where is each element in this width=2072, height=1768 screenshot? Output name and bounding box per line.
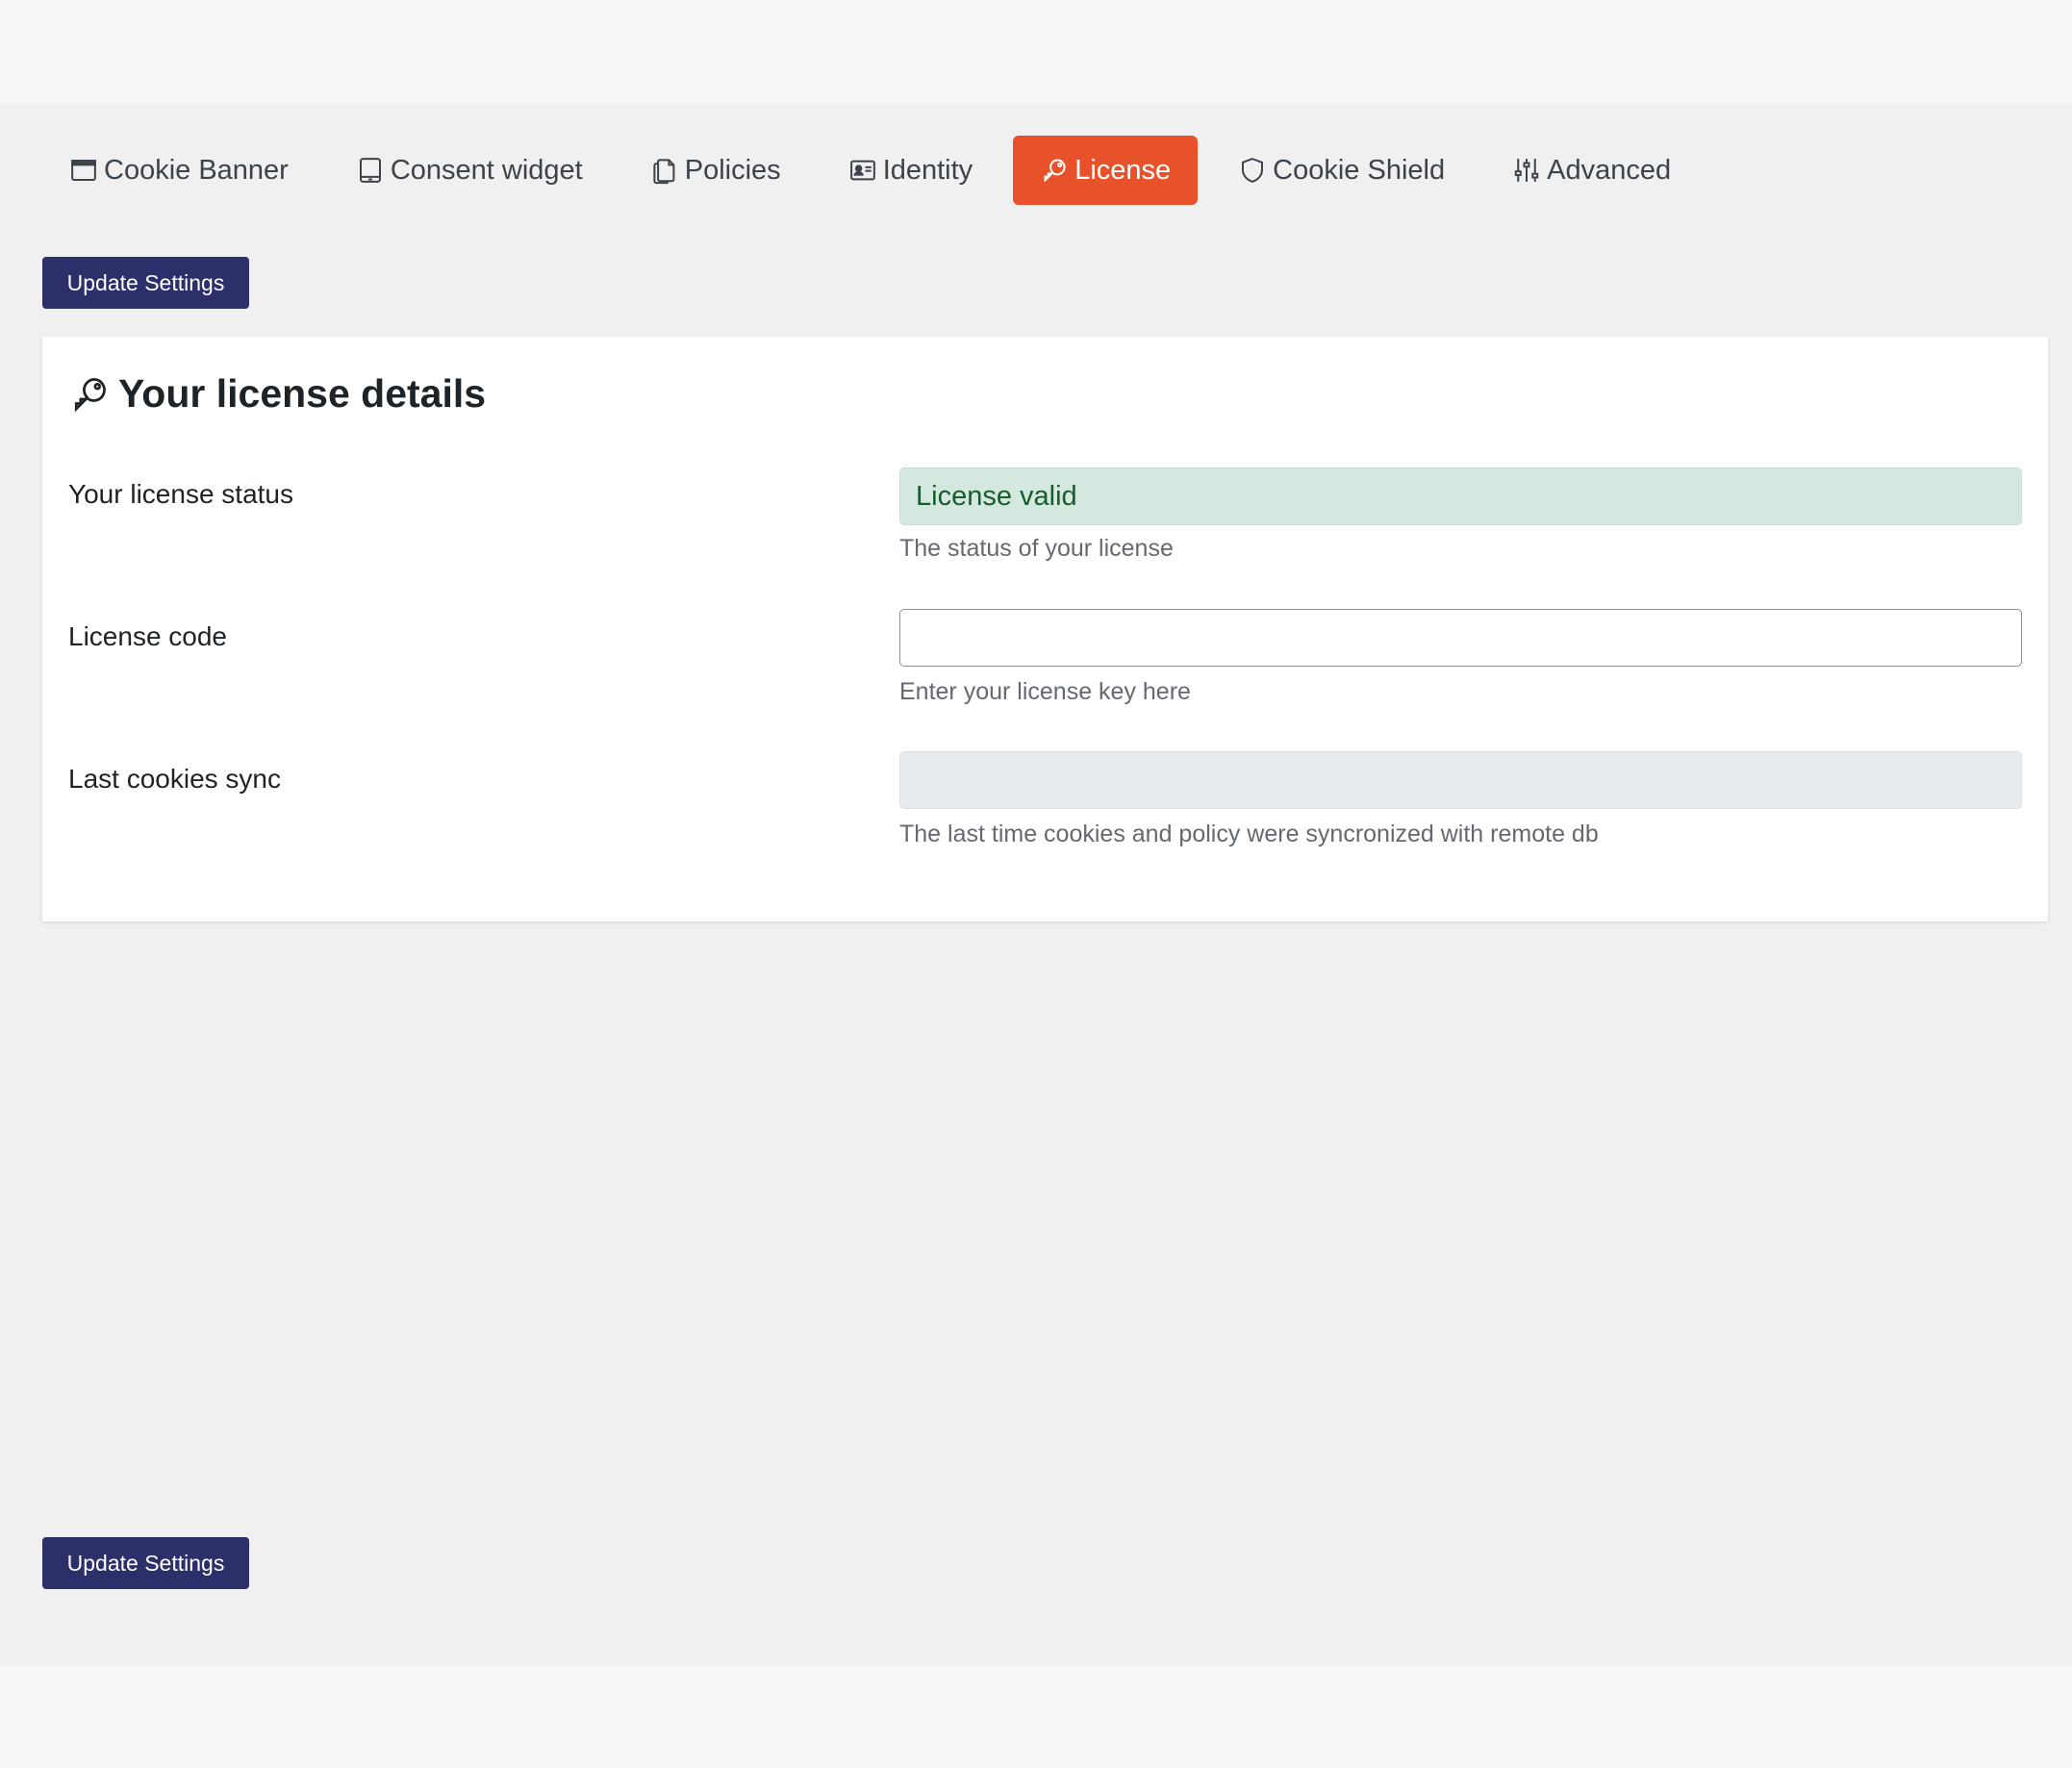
last-sync-help: The last time cookies and policy were sy… — [899, 821, 1599, 847]
license-code-input[interactable] — [899, 609, 2022, 667]
tab-label: Cookie Banner — [104, 154, 289, 186]
license-status-text: License valid — [916, 480, 1077, 512]
license-code-help: Enter your license key here — [899, 678, 1191, 705]
settings-area: Cookie Banner Consent widget Policies Id… — [0, 103, 2072, 1665]
tab-label: Identity — [882, 154, 973, 186]
shield-icon — [1238, 156, 1267, 185]
tab-cookie-banner[interactable]: Cookie Banner — [42, 136, 316, 205]
license-code-label: License code — [68, 621, 228, 651]
tab-advanced[interactable]: Advanced — [1485, 136, 1698, 205]
update-settings-button-bottom[interactable]: Update Settings — [42, 1537, 249, 1589]
key-icon — [1040, 156, 1069, 185]
card-title-text: Your license details — [118, 371, 487, 416]
tab-label: Consent widget — [390, 154, 583, 186]
tablet-icon — [356, 156, 385, 185]
sliders-icon — [1512, 156, 1541, 185]
settings-tabs: Cookie Banner Consent widget Policies Id… — [42, 136, 1698, 205]
tab-consent-widget[interactable]: Consent widget — [329, 136, 610, 205]
key-icon — [68, 373, 111, 416]
license-details-card: Your license details Your license status… — [42, 337, 2048, 922]
last-sync-field — [899, 751, 2022, 809]
license-status-help: The status of your license — [899, 535, 1174, 562]
tab-policies[interactable]: Policies — [623, 136, 808, 205]
tab-label: License — [1074, 154, 1172, 186]
tab-label: Policies — [684, 154, 781, 186]
id-card-icon — [848, 156, 877, 185]
tab-license[interactable]: License — [1013, 136, 1199, 205]
tab-identity[interactable]: Identity — [821, 136, 1000, 205]
card-title: Your license details — [68, 371, 486, 417]
license-status-value: License valid — [899, 467, 2022, 525]
license-status-label: Your license status — [68, 479, 293, 509]
tab-cookie-shield[interactable]: Cookie Shield — [1211, 136, 1472, 205]
tab-label: Advanced — [1547, 154, 1672, 186]
documents-icon — [650, 156, 679, 185]
update-settings-button-top[interactable]: Update Settings — [42, 257, 249, 309]
last-sync-label: Last cookies sync — [68, 764, 281, 794]
browser-window-icon — [69, 156, 98, 185]
tab-label: Cookie Shield — [1273, 154, 1446, 186]
